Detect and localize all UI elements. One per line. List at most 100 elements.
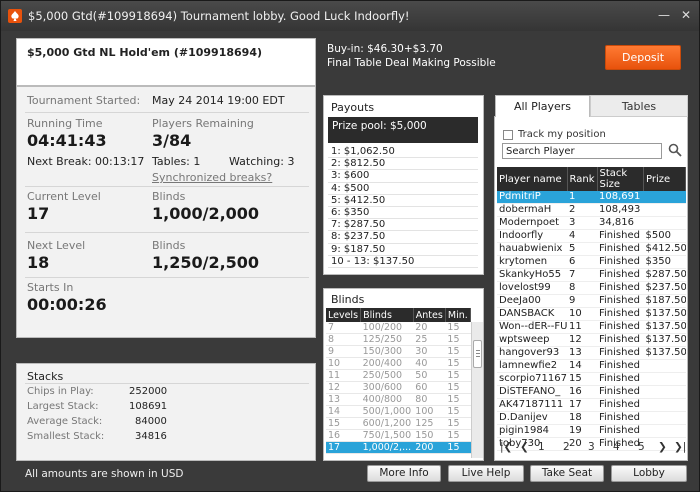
search-player-input[interactable] [502, 143, 662, 159]
page-number[interactable]: 3 [588, 441, 595, 453]
player-cell [643, 385, 686, 399]
blinds-cell: 600/1,200 [360, 417, 414, 431]
current-level-value: 17 [27, 204, 50, 223]
blinds-row[interactable]: 7 100/200 20 15 [326, 322, 471, 335]
page-number[interactable]: 4 [613, 441, 620, 453]
player-row[interactable]: SkankyHo55 7 Finished $287.50 [497, 268, 686, 282]
blinds-row[interactable]: 15 600/1,200 125 15 [326, 417, 471, 431]
deposit-button[interactable]: Deposit [605, 45, 681, 70]
player-cell: 34,816 [597, 216, 644, 230]
blinds-column-header[interactable]: Levels [326, 308, 362, 322]
blinds-row[interactable]: 8 125/250 25 15 [326, 333, 471, 347]
tab-all-players[interactable]: All Players [495, 95, 590, 117]
live-help-button[interactable]: Live Help [448, 465, 524, 482]
player-cell: wptsweep [497, 333, 567, 347]
title-bar[interactable]: $5,000 Gtd(#109918694) Tournament lobby.… [1, 1, 699, 31]
player-cell: Finished [597, 229, 644, 243]
player-row[interactable]: scorpio71167 15 Finished [497, 372, 686, 386]
player-row[interactable]: DeeJa00 9 Finished $187.50 [497, 294, 686, 308]
player-row[interactable]: Modernpoet 3 34,816 [497, 216, 686, 230]
track-position-checkbox[interactable] [503, 129, 513, 140]
player-row[interactable]: DANSBACK 10 Finished $137.50 [497, 307, 686, 321]
blinds-cell: 400/800 [360, 393, 414, 407]
player-row[interactable]: wptsweep 12 Finished $137.50 [497, 333, 686, 347]
players-column-header[interactable]: Player name [497, 167, 568, 191]
player-cell: Finished [597, 411, 644, 425]
search-icon[interactable] [668, 143, 682, 157]
player-row[interactable]: dobermaH 2 108,493 [497, 203, 686, 217]
players-table: Player name Rank Stack Size Prize PdmitriP 1… [497, 167, 686, 451]
player-row[interactable]: pigin1984 19 Finished [497, 424, 686, 438]
next-break: Next Break: 00:13:17 [27, 155, 145, 168]
players-column-header[interactable]: Stack Size [597, 167, 644, 191]
last-page-icon[interactable]: ❯| [674, 441, 686, 453]
blinds-cell: 125 [413, 417, 446, 431]
player-row[interactable]: hauabwienix 5 Finished $412.50 [497, 242, 686, 256]
player-row[interactable]: DiSTEFANO_ 16 Finished [497, 385, 686, 399]
player-row[interactable]: PdmitriP 1 108,691 [497, 191, 686, 204]
payout-row: 6: $350 [328, 207, 478, 220]
players-remaining-label: Players Remaining [152, 117, 254, 130]
blinds-scrollbar[interactable] [471, 322, 483, 458]
blinds-row[interactable]: 12 300/600 60 15 [326, 381, 471, 395]
blinds-cell: 500/1,000 [360, 405, 414, 419]
blinds-row[interactable]: 13 400/800 80 15 [326, 393, 471, 407]
payout-row: 5: $412.50 [328, 195, 478, 207]
more-info-button[interactable]: More Info [367, 465, 441, 482]
player-cell: $237.50 [643, 281, 686, 295]
player-row[interactable]: Won--dER--FULI11Finished$137.50 [497, 320, 686, 334]
players-column-header[interactable]: Prize [643, 167, 686, 191]
tab-tables[interactable]: Tables [590, 95, 688, 117]
take-seat-button[interactable]: Take Seat [530, 465, 604, 482]
blinds-column-header[interactable]: Min. [445, 308, 472, 322]
player-row[interactable]: krytomen 6 Finished $350 [497, 255, 686, 269]
blinds-cell: 15 [445, 381, 471, 395]
first-page-icon[interactable]: |❮ [500, 441, 512, 453]
close-icon[interactable]: ✕ [679, 9, 693, 23]
player-row[interactable]: lamnewfie2 14 Finished [497, 359, 686, 373]
blinds-column-header[interactable]: Blinds [360, 308, 414, 322]
player-row[interactable]: lovelost99 8 Finished $237.50 [497, 281, 686, 295]
synchronized-breaks-link[interactable]: Synchronized breaks? [152, 171, 272, 184]
player-row[interactable]: Indoorfly 4 Finished $500 [497, 229, 686, 243]
player-cell: 2 [567, 203, 597, 217]
player-cell: 6 [567, 255, 597, 269]
player-cell: $287.50 [643, 268, 686, 282]
player-cell: $137.50 [643, 346, 686, 360]
blinds-column-header[interactable]: Antes [413, 308, 446, 322]
player-cell: Finished [597, 385, 644, 399]
page-number[interactable]: 2 [563, 441, 570, 453]
blinds-cell: 25 [413, 333, 446, 347]
next-level-label: Next Level [27, 239, 86, 252]
blinds-cell: 15 [445, 429, 471, 443]
page-number[interactable]: 1 [538, 441, 545, 453]
blinds-table: Levels Blinds Antes Min. 7 100/200 20 15 8 125/2… [326, 308, 472, 455]
blinds-row[interactable]: 9 150/300 30 15 [326, 345, 471, 359]
minimize-icon[interactable]: — [657, 9, 671, 23]
blinds-row[interactable]: 17 1,000/2,... 200 15 [326, 441, 471, 455]
next-page-icon[interactable]: ❯ [658, 441, 667, 453]
player-cell: dobermaH [497, 203, 567, 217]
prize-pool-label: Prize pool: $5,000 [332, 120, 427, 132]
player-cell: Finished [597, 307, 644, 321]
blinds-cell: 20 [413, 322, 446, 335]
blinds-cell: 30 [413, 345, 446, 359]
players-column-header[interactable]: Rank [567, 167, 598, 191]
starts-in-label: Starts In [27, 281, 74, 294]
player-cell: 14 [567, 359, 597, 373]
scrollbar-thumb[interactable] [473, 340, 482, 368]
blinds-cell: 125/250 [360, 333, 414, 347]
player-row[interactable]: AK47187111 17 Finished [497, 398, 686, 412]
blinds-row[interactable]: 10 200/400 40 15 [326, 357, 471, 371]
player-cell: 15 [567, 372, 597, 386]
player-row[interactable]: D.Danijev 18 Finished [497, 411, 686, 425]
blinds-row[interactable]: 16 750/1,500 150 15 [326, 429, 471, 443]
track-position[interactable]: Track my position [503, 129, 606, 140]
prev-page-icon[interactable]: ❮ [520, 441, 529, 453]
blinds-cell: 150/300 [360, 345, 414, 359]
blinds-row[interactable]: 14 500/1,000 100 15 [326, 405, 471, 419]
lobby-button[interactable]: Lobby [611, 465, 687, 482]
blinds-row[interactable]: 11 250/500 50 15 [326, 369, 471, 383]
player-row[interactable]: hangover93 13 Finished $137.50 [497, 346, 686, 360]
page-number[interactable]: 5 [638, 441, 645, 453]
